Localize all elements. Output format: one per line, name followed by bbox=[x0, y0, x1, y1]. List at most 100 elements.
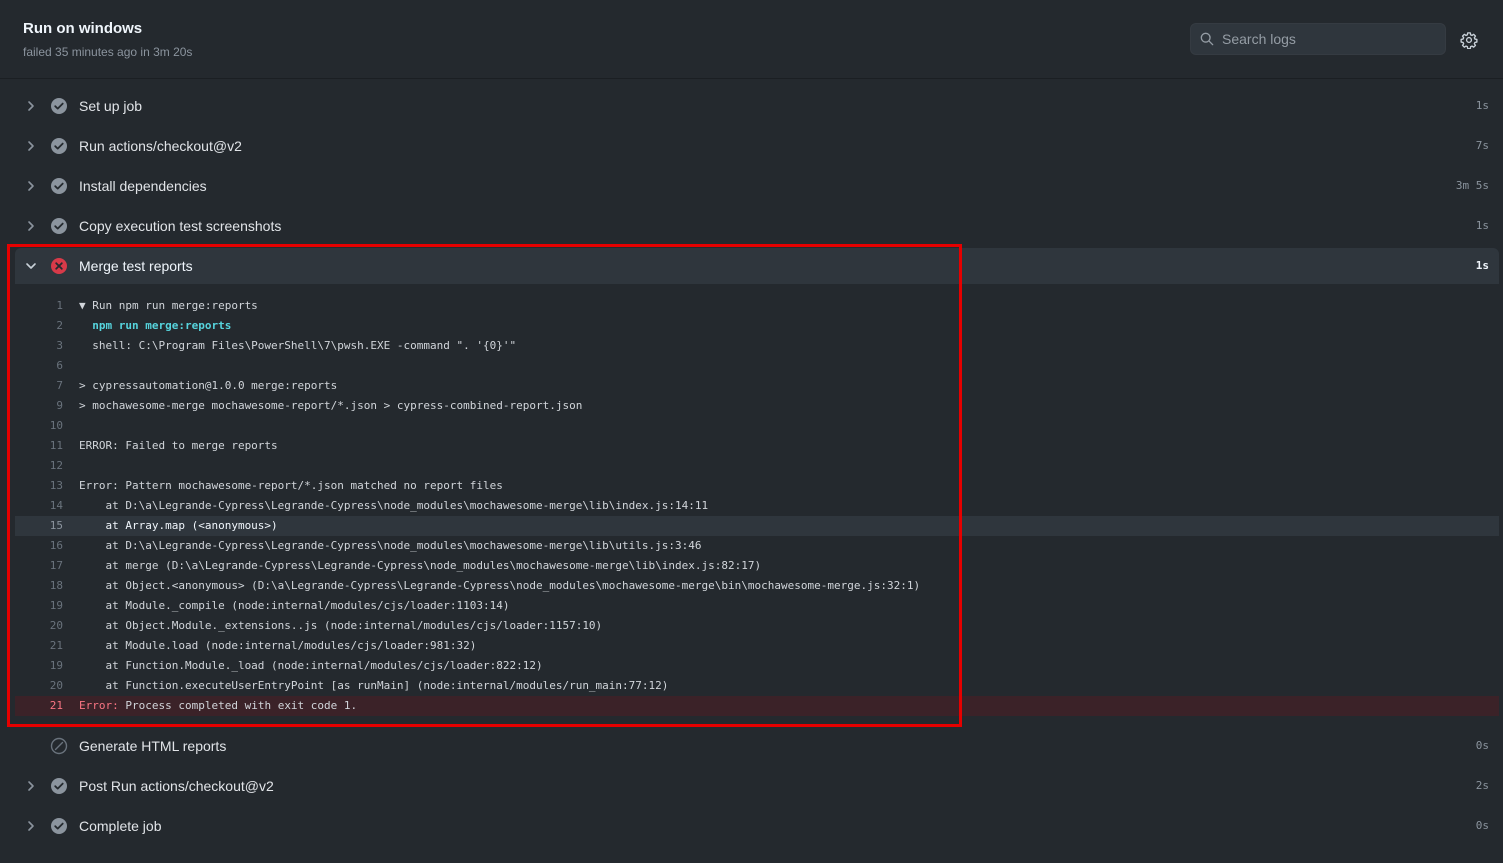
line-number[interactable]: 19 bbox=[15, 596, 63, 616]
line-number[interactable]: 21 bbox=[15, 696, 63, 716]
chevron-down-icon bbox=[26, 263, 36, 269]
step-name: Complete job bbox=[79, 818, 162, 834]
log-line: 13 Error: Pattern mochawesome-report/*.js… bbox=[15, 476, 1499, 496]
log-line-error: 21 Error: Process completed with exit cod… bbox=[15, 696, 1499, 716]
step-name: Run actions/checkout@v2 bbox=[79, 138, 242, 154]
line-number[interactable]: 17 bbox=[15, 556, 63, 576]
log-line: 6 bbox=[15, 356, 1499, 376]
log-line: 19 at Module._compile (node:internal/mod… bbox=[15, 596, 1499, 616]
step-duration: 1s bbox=[1475, 99, 1489, 112]
chevron-right-icon bbox=[28, 101, 34, 111]
search-logs-box[interactable] bbox=[1190, 23, 1446, 55]
log-text: ▼ Run npm run merge:reports bbox=[79, 299, 258, 312]
log-line: 9 > mochawesome-merge mochawesome-report/… bbox=[15, 396, 1499, 416]
chevron-right-icon bbox=[28, 181, 34, 191]
search-icon bbox=[1200, 32, 1214, 46]
log-text: npm run merge:reports bbox=[79, 319, 232, 332]
line-number[interactable]: 20 bbox=[15, 616, 63, 636]
line-number[interactable]: 14 bbox=[15, 496, 63, 516]
error-prefix: Error: bbox=[79, 699, 119, 712]
line-number[interactable]: 21 bbox=[15, 636, 63, 656]
step-generate-html-reports[interactable]: Generate HTML reports 0s bbox=[15, 728, 1499, 764]
step-name: Merge test reports bbox=[79, 258, 193, 274]
step-duration: 7s bbox=[1475, 139, 1489, 152]
search-logs-input[interactable] bbox=[1222, 24, 1432, 54]
log-line: 10 bbox=[15, 416, 1499, 436]
log-text: ERROR: Failed to merge reports bbox=[79, 439, 278, 452]
line-number[interactable]: 12 bbox=[15, 456, 63, 476]
step-duration: 0s bbox=[1475, 739, 1489, 752]
line-number[interactable]: 15 bbox=[15, 516, 63, 536]
log-line: 16 at D:\a\Legrande-Cypress\Legrande-Cyp… bbox=[15, 536, 1499, 556]
step-duration: 2s bbox=[1475, 779, 1489, 792]
line-number[interactable]: 1 bbox=[15, 296, 63, 316]
log-text: at Module._compile (node:internal/module… bbox=[79, 599, 510, 612]
step-merge-test-reports[interactable]: Merge test reports 1s bbox=[15, 248, 1499, 284]
step-run-checkout[interactable]: Run actions/checkout@v2 7s bbox=[15, 128, 1499, 164]
chevron-right-icon bbox=[28, 141, 34, 151]
log-text: at Function.Module._load (node:internal/… bbox=[79, 659, 543, 672]
step-set-up-job[interactable]: Set up job 1s bbox=[15, 88, 1499, 124]
log-text: Error: Process completed with exit code … bbox=[79, 696, 357, 716]
log-text: at Array.map (<anonymous>) bbox=[79, 519, 278, 532]
step-name: Set up job bbox=[79, 98, 143, 114]
line-number[interactable]: 11 bbox=[15, 436, 63, 456]
log-output: 1 ▼ Run npm run merge:reports 2 npm run m… bbox=[15, 296, 1499, 716]
line-number[interactable]: 9 bbox=[15, 396, 63, 416]
log-text: at D:\a\Legrande-Cypress\Legrande-Cypres… bbox=[79, 499, 709, 512]
log-text: at Object.Module._extensions..js (node:i… bbox=[79, 619, 603, 632]
line-number[interactable]: 20 bbox=[15, 676, 63, 696]
log-line: 18 at Object.<anonymous> (D:\a\Legrande-… bbox=[15, 576, 1499, 596]
job-header: Run on windows failed 35 minutes ago in … bbox=[0, 0, 1503, 79]
line-number[interactable]: 3 bbox=[15, 336, 63, 356]
gear-icon[interactable] bbox=[1460, 31, 1478, 49]
chevron-right-icon bbox=[28, 781, 34, 791]
step-name: Post Run actions/checkout@v2 bbox=[79, 778, 274, 794]
step-name: Install dependencies bbox=[79, 178, 207, 194]
log-line: 1 ▼ Run npm run merge:reports bbox=[15, 296, 1499, 316]
job-status-summary: failed 35 minutes ago in 3m 20s bbox=[23, 45, 193, 59]
line-number[interactable]: 7 bbox=[15, 376, 63, 396]
line-number[interactable]: 19 bbox=[15, 656, 63, 676]
log-line: 12 bbox=[15, 456, 1499, 476]
log-text: at Module.load (node:internal/modules/cj… bbox=[79, 639, 477, 652]
log-line: 7 > cypressautomation@1.0.0 merge:reports bbox=[15, 376, 1499, 396]
log-line: 21 at Module.load (node:internal/modules… bbox=[15, 636, 1499, 656]
step-post-run-checkout[interactable]: Post Run actions/checkout@v2 2s bbox=[15, 768, 1499, 804]
log-line: 2 npm run merge:reports bbox=[15, 316, 1499, 336]
log-text: > cypressautomation@1.0.0 merge:reports bbox=[79, 379, 338, 392]
log-line: 17 at merge (D:\a\Legrande-Cypress\Legra… bbox=[15, 556, 1499, 576]
log-line: 11 ERROR: Failed to merge reports bbox=[15, 436, 1499, 456]
log-text: at Function.executeUserEntryPoint [as ru… bbox=[79, 679, 669, 692]
log-line: 20 at Object.Module._extensions..js (nod… bbox=[15, 616, 1499, 636]
line-number[interactable]: 13 bbox=[15, 476, 63, 496]
error-message: Process completed with exit code 1. bbox=[118, 699, 358, 712]
log-text: shell: C:\Program Files\PowerShell\7\pws… bbox=[79, 339, 517, 352]
line-number[interactable]: 18 bbox=[15, 576, 63, 596]
check-circle-icon bbox=[51, 218, 67, 234]
log-line-highlighted: 15 at Array.map (<anonymous>) bbox=[15, 516, 1499, 536]
line-number[interactable]: 16 bbox=[15, 536, 63, 556]
check-circle-icon bbox=[51, 138, 67, 154]
step-duration: 1s bbox=[1475, 219, 1489, 232]
step-duration: 3m 5s bbox=[1455, 179, 1489, 192]
step-duration: 0s bbox=[1475, 819, 1489, 832]
log-text: > mochawesome-merge mochawesome-report/*… bbox=[79, 399, 583, 412]
job-title: Run on windows bbox=[23, 20, 143, 37]
line-number[interactable]: 6 bbox=[15, 356, 63, 376]
log-line: 19 at Function.Module._load (node:intern… bbox=[15, 656, 1499, 676]
log-text: Error: Pattern mochawesome-report/*.json… bbox=[79, 479, 503, 492]
step-name: Generate HTML reports bbox=[79, 738, 227, 754]
log-text: at merge (D:\a\Legrande-Cypress\Legrande… bbox=[79, 559, 762, 572]
step-complete-job[interactable]: Complete job 0s bbox=[15, 808, 1499, 844]
check-circle-icon bbox=[51, 778, 67, 794]
log-text: at Object.<anonymous> (D:\a\Legrande-Cyp… bbox=[79, 579, 921, 592]
line-number[interactable]: 10 bbox=[15, 416, 63, 436]
line-number[interactable]: 2 bbox=[15, 316, 63, 336]
step-copy-screenshots[interactable]: Copy execution test screenshots 1s bbox=[15, 208, 1499, 244]
log-line: 14 at D:\a\Legrande-Cypress\Legrande-Cyp… bbox=[15, 496, 1499, 516]
step-duration: 1s bbox=[1475, 259, 1489, 272]
x-circle-icon bbox=[51, 258, 67, 274]
chevron-right-icon bbox=[28, 821, 34, 831]
step-install-dependencies[interactable]: Install dependencies 3m 5s bbox=[15, 168, 1499, 204]
